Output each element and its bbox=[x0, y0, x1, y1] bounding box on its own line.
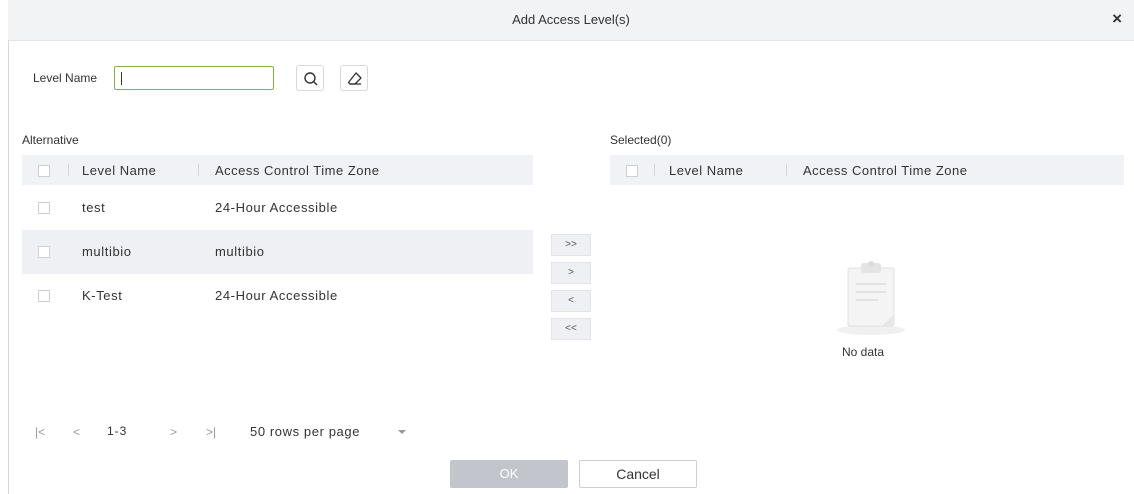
move-right-button[interactable]: > bbox=[551, 262, 591, 284]
row-level-name: multibio bbox=[82, 244, 132, 259]
selected-title: Selected(0) bbox=[610, 133, 672, 147]
prev-page-button[interactable]: < bbox=[73, 425, 80, 439]
rows-per-page-select[interactable]: 50 rows per page bbox=[250, 424, 360, 439]
column-level-name[interactable]: Level Name bbox=[82, 163, 156, 178]
table-row[interactable]: K-Test 24-Hour Accessible bbox=[22, 274, 533, 318]
column-time-zone[interactable]: Access Control Time Zone bbox=[215, 163, 379, 178]
move-left-button[interactable]: < bbox=[551, 290, 591, 312]
table-row[interactable]: multibio multibio bbox=[22, 230, 533, 274]
level-name-input[interactable] bbox=[114, 66, 274, 90]
column-level-name[interactable]: Level Name bbox=[669, 163, 743, 178]
text-caret bbox=[121, 72, 122, 85]
next-page-button[interactable]: > bbox=[170, 425, 177, 439]
column-separator bbox=[786, 164, 787, 176]
column-separator bbox=[654, 164, 655, 176]
alternative-grid-header: Level Name Access Control Time Zone bbox=[22, 155, 533, 185]
dialog-border bbox=[8, 40, 9, 494]
cancel-button[interactable]: Cancel bbox=[579, 460, 697, 488]
column-separator bbox=[68, 164, 69, 176]
add-access-level-dialog: Add Access Level(s) × Level Name Alterna… bbox=[0, 0, 1134, 494]
select-all-checkbox[interactable] bbox=[626, 165, 638, 177]
row-time-zone: 24-Hour Accessible bbox=[215, 288, 338, 303]
ok-button[interactable]: OK bbox=[450, 460, 568, 488]
select-all-checkbox[interactable] bbox=[38, 165, 50, 177]
chevron-down-icon[interactable] bbox=[398, 430, 406, 434]
dialog-titlebar: Add Access Level(s) × bbox=[8, 0, 1134, 41]
empty-text: No data bbox=[842, 345, 885, 359]
row-time-zone: 24-Hour Accessible bbox=[215, 200, 338, 215]
row-level-name: test bbox=[82, 200, 106, 215]
close-icon[interactable]: × bbox=[1112, 9, 1122, 29]
first-page-button[interactable]: |< bbox=[35, 425, 45, 439]
empty-clipboard-icon bbox=[837, 261, 905, 335]
alternative-title: Alternative bbox=[22, 133, 79, 147]
row-time-zone: multibio bbox=[215, 244, 265, 259]
column-time-zone[interactable]: Access Control Time Zone bbox=[803, 163, 967, 178]
row-checkbox[interactable] bbox=[38, 202, 50, 214]
move-all-left-button[interactable]: << bbox=[551, 318, 591, 340]
column-separator bbox=[198, 164, 199, 176]
eraser-icon bbox=[347, 72, 362, 85]
move-all-right-button[interactable]: >> bbox=[551, 234, 591, 256]
row-level-name: K-Test bbox=[82, 288, 123, 303]
level-name-label: Level Name bbox=[33, 71, 98, 85]
selected-grid-header: Level Name Access Control Time Zone bbox=[610, 155, 1124, 185]
search-icon bbox=[304, 72, 318, 86]
dialog-title: Add Access Level(s) bbox=[512, 12, 630, 27]
clear-button[interactable] bbox=[340, 65, 368, 91]
table-row[interactable]: test 24-Hour Accessible bbox=[22, 186, 533, 230]
row-checkbox[interactable] bbox=[38, 246, 50, 258]
search-button[interactable] bbox=[296, 65, 324, 91]
page-range: 1-3 bbox=[107, 424, 128, 438]
last-page-button[interactable]: >| bbox=[206, 425, 216, 439]
row-checkbox[interactable] bbox=[38, 290, 50, 302]
